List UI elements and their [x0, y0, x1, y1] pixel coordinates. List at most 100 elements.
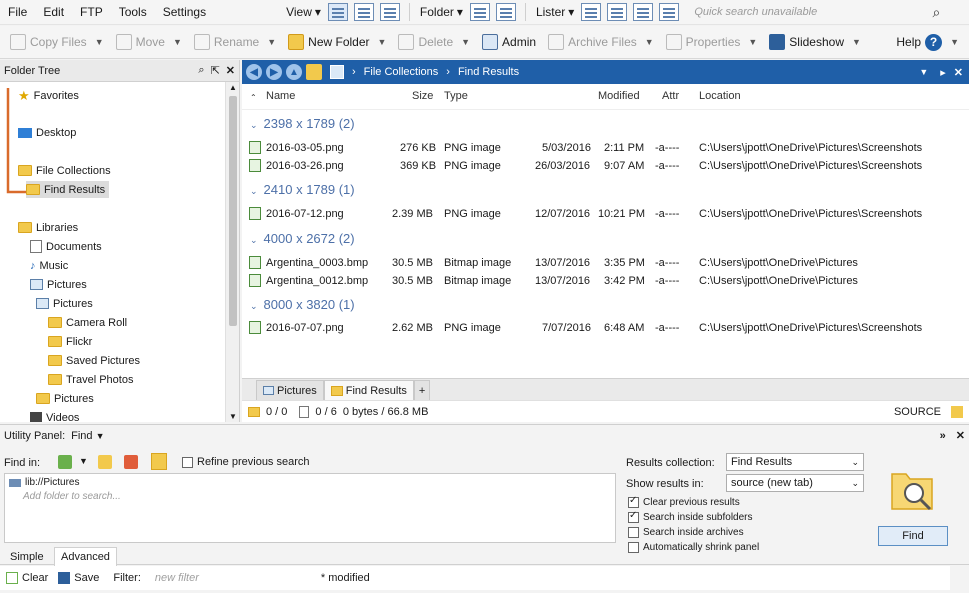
column-header-location[interactable]: Location [699, 90, 741, 102]
tab-advanced[interactable]: Advanced [54, 547, 117, 566]
save-icon[interactable] [58, 572, 71, 584]
group-header[interactable]: ⌄ 4000 x 2672 (2) [250, 231, 355, 246]
tree-item-saved-pictures[interactable]: Saved Pictures [48, 352, 140, 369]
help-button[interactable]: Help? ▼ [890, 30, 965, 54]
tab-simple[interactable]: Simple [10, 551, 44, 563]
column-header-type[interactable]: Type [444, 90, 468, 102]
column-header-attr[interactable]: Attr [662, 90, 679, 102]
tree-item-pictures[interactable]: Pictures [30, 276, 87, 293]
tree-item-music[interactable]: ♪ Music [30, 257, 68, 274]
group-header[interactable]: ⌄ 2398 x 1789 (2) [250, 116, 355, 131]
home-icon[interactable] [306, 64, 322, 80]
tree-item-pictures-sub[interactable]: Pictures [36, 295, 93, 312]
add-folder-hint[interactable]: Add folder to search... [5, 491, 615, 502]
history-dropdown-icon[interactable]: ▼ [919, 67, 928, 77]
chevron-down-icon[interactable]: ▼ [79, 456, 88, 466]
filter-input[interactable]: new filter [155, 572, 305, 584]
tree-item-videos[interactable]: Videos [30, 409, 79, 422]
forward-icon[interactable]: ▶ [266, 64, 282, 80]
tab-pictures[interactable]: Pictures [256, 380, 324, 400]
slideshow-button[interactable]: Slideshow ▼ [763, 30, 867, 54]
single-display-icon[interactable] [581, 3, 602, 21]
undock-icon[interactable]: ⇱ [211, 64, 220, 77]
new-tab-button[interactable]: + [413, 380, 431, 400]
rename-button[interactable]: Rename ▼ [188, 30, 282, 54]
clear-icon[interactable] [6, 572, 18, 584]
collapse-icon[interactable]: » [940, 430, 946, 442]
power-view-icon[interactable] [353, 3, 374, 21]
group-header[interactable]: ⌄ 2410 x 1789 (1) [250, 182, 355, 197]
properties-button[interactable]: Properties ▼ [660, 30, 764, 54]
column-header-size[interactable]: Size [412, 90, 433, 102]
move-button[interactable]: Move ▼ [110, 30, 188, 54]
folder-layout-icon[interactable] [469, 3, 490, 21]
tree-item-pictures-2[interactable]: Pictures [36, 390, 94, 407]
add-location-icon[interactable] [58, 455, 72, 469]
expand-pane-icon[interactable]: ▸ [940, 66, 946, 79]
up-icon[interactable]: ▲ [286, 64, 302, 80]
copy-files-button[interactable]: Copy Files ▼ [4, 30, 110, 54]
find-results-folder-icon[interactable] [151, 453, 167, 470]
location-list[interactable]: lib://Pictures Add folder to search... [4, 473, 616, 543]
search-icon[interactable]: ⌕ [932, 4, 940, 21]
tree-scrollbar[interactable]: ▲ ▼ [225, 82, 239, 422]
menu-settings[interactable]: Settings [155, 0, 214, 25]
close-icon[interactable]: ✕ [956, 429, 965, 442]
scroll-up-icon[interactable]: ▲ [229, 83, 237, 92]
details-view-icon[interactable] [327, 3, 348, 21]
folder-dropdown[interactable]: Folder ▾ [416, 5, 467, 19]
back-icon[interactable]: ◀ [246, 64, 262, 80]
list-item[interactable]: lib://Pictures [5, 474, 615, 491]
remove-location-icon[interactable] [124, 455, 138, 469]
tree-item-travel-photos[interactable]: Travel Photos [48, 371, 133, 388]
group-header[interactable]: ⌄ 8000 x 3820 (1) [250, 297, 355, 312]
lock-icon[interactable] [951, 405, 963, 418]
new-folder-button[interactable]: New Folder ▼ [282, 30, 392, 54]
dual-vertical-icon[interactable] [607, 3, 628, 21]
folder-options-icon[interactable] [495, 3, 516, 21]
tree-item-find-results[interactable]: Find Results [26, 181, 110, 198]
column-header-modified[interactable]: Modified [598, 90, 640, 102]
menu-edit[interactable]: Edit [35, 0, 72, 25]
tab-find-results[interactable]: Find Results [323, 380, 414, 400]
find-button[interactable]: Find [878, 526, 948, 546]
tree-item-flickr[interactable]: Flickr [48, 333, 92, 350]
results-collection-select[interactable]: Find Results ⌄ [726, 453, 864, 471]
view-dropdown[interactable]: View ▾ [282, 5, 325, 19]
menu-tools[interactable]: Tools [111, 0, 155, 25]
tree-item-libraries[interactable]: Libraries [18, 219, 78, 236]
breadcrumb-file-collections[interactable]: File Collections [364, 66, 439, 78]
archive-files-button[interactable]: Archive Files ▼ [542, 30, 660, 54]
clear-button[interactable]: Clear [22, 572, 48, 584]
thumbnails-view-icon[interactable] [379, 3, 400, 21]
save-button[interactable]: Save [74, 572, 99, 584]
column-header-name[interactable]: Name [266, 90, 295, 102]
show-results-select[interactable]: source (new tab) ⌄ [726, 474, 864, 492]
scroll-down-icon[interactable]: ▼ [229, 412, 237, 421]
tree-item-desktop[interactable]: Desktop [18, 124, 76, 141]
tree-item-documents[interactable]: Documents [30, 238, 102, 255]
dual-horizontal-icon[interactable] [633, 3, 654, 21]
breadcrumb-find-results[interactable]: Find Results [458, 66, 519, 78]
menu-ftp[interactable]: FTP [72, 0, 111, 25]
refine-checkbox[interactable]: Refine previous search [182, 456, 310, 468]
scrollbar-thumb[interactable] [229, 96, 237, 326]
viewer-pane-icon[interactable] [659, 3, 680, 21]
utility-mode-dropdown[interactable]: Find ▼ [71, 430, 104, 442]
option-clear-previous[interactable]: Clear previous results [628, 495, 740, 508]
lister-dropdown[interactable]: Lister ▾ [532, 5, 578, 19]
add-folder-icon[interactable] [98, 455, 112, 469]
admin-button[interactable]: Admin [476, 30, 542, 54]
close-icon[interactable]: ✕ [226, 64, 235, 77]
tree-item-file-collections[interactable]: File Collections [18, 162, 111, 179]
delete-button[interactable]: Delete ▼ [392, 30, 476, 54]
tree-item-camera-roll[interactable]: Camera Roll [48, 314, 127, 331]
search-icon[interactable]: ⌕ [198, 64, 204, 77]
tree-item-favorites[interactable]: ★ Favorites [18, 87, 79, 104]
cell-location: C:\Users\jpott\OneDrive\Pictures\Screens… [699, 208, 923, 220]
option-search-subfolders[interactable]: Search inside subfolders [628, 510, 753, 523]
quick-search-field[interactable]: Quick search unavailable ⌕ [688, 2, 946, 22]
option-search-archives[interactable]: Search inside archives [628, 527, 744, 538]
menu-file[interactable]: File [0, 0, 35, 25]
close-icon[interactable]: ✕ [954, 66, 963, 79]
